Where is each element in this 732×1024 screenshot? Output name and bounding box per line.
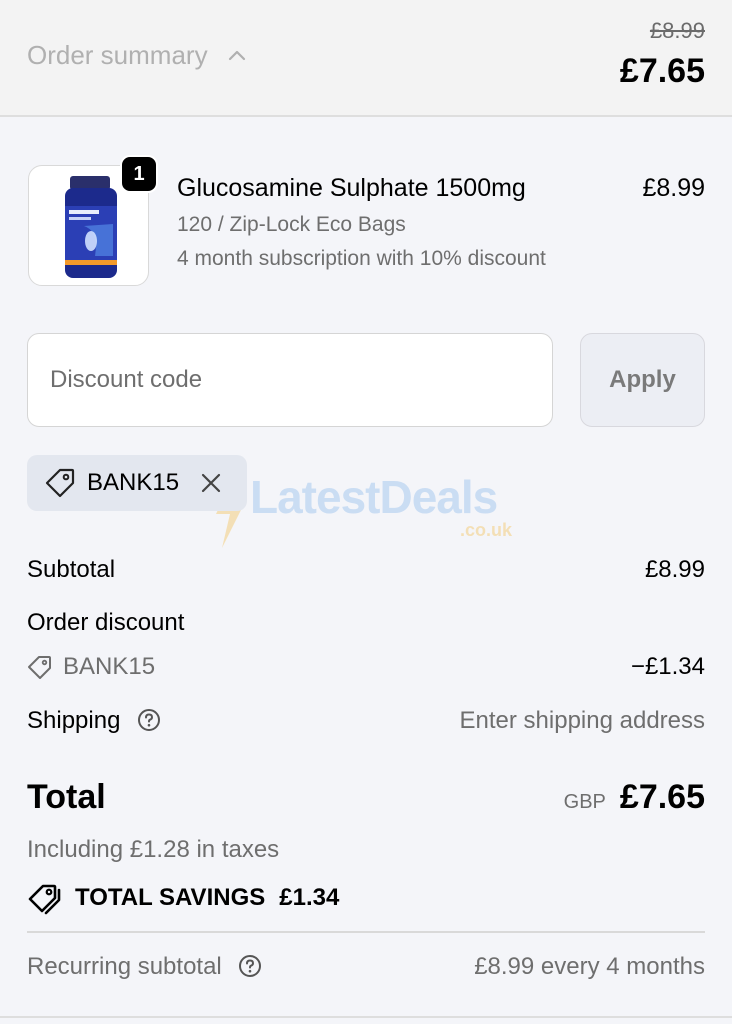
- apply-button[interactable]: Apply: [580, 333, 705, 427]
- shipping-value: Enter shipping address: [459, 707, 705, 734]
- watermark-text: LatestDeals: [250, 471, 498, 523]
- discount-code-name: BANK15: [63, 653, 156, 680]
- recurring-subtotal-row: Recurring subtotal: [27, 953, 262, 981]
- applied-discount-code: BANK15: [87, 469, 180, 496]
- help-circle-icon[interactable]: [238, 954, 262, 978]
- watermark-subtext: .co.uk: [460, 520, 513, 540]
- tag-icon: [28, 656, 51, 679]
- total-label: Total: [27, 778, 106, 816]
- original-price: £8.99: [649, 18, 705, 43]
- taxes-note: Including £1.28 in taxes: [27, 836, 280, 863]
- product-subscription: 4 month subscription with 10% discount: [177, 247, 546, 270]
- product-variant: 120 / Zip-Lock Eco Bags: [177, 213, 406, 236]
- bottom-divider: [0, 1016, 732, 1018]
- shipping-label: Shipping: [27, 707, 121, 734]
- subtotal-label: Subtotal: [27, 556, 116, 583]
- total-value: £7.65: [619, 778, 705, 816]
- order-summary-label: Order summary: [27, 40, 208, 70]
- latestdeals-watermark: LatestDeals .co.uk: [210, 470, 512, 550]
- order-summary-toggle[interactable]: Order summary: [27, 40, 248, 71]
- savings-label: TOTAL SAVINGS: [75, 884, 266, 911]
- header-total-price: £7.65: [619, 52, 705, 90]
- shipping-row: Shipping: [27, 707, 161, 735]
- total-savings: TOTAL SAVINGS £1.34: [27, 880, 339, 916]
- remove-discount-icon[interactable]: [199, 471, 223, 495]
- recurring-subtotal-label: Recurring subtotal: [27, 953, 222, 980]
- applied-discount-chip: BANK15: [27, 455, 247, 511]
- order-discount-label: Order discount: [27, 609, 185, 636]
- discount-code-row: BANK15: [27, 653, 155, 681]
- product-name: Glucosamine Sulphate 1500mg: [177, 174, 526, 202]
- discount-code-input[interactable]: [27, 333, 553, 427]
- help-circle-icon[interactable]: [137, 708, 161, 732]
- order-summary-header: Order summary £8.99 £7.65: [0, 0, 732, 117]
- discount-value: −£1.34: [630, 653, 705, 680]
- subtotal-value: £8.99: [644, 556, 705, 583]
- total-amount: GBP £7.65: [564, 778, 705, 817]
- divider: [27, 931, 705, 933]
- tag-icon: [45, 468, 75, 498]
- product-price: £8.99: [642, 174, 705, 202]
- recurring-subtotal-value: £8.99 every 4 months: [474, 953, 705, 980]
- chevron-up-icon: [228, 50, 245, 60]
- total-currency: GBP: [563, 791, 606, 813]
- savings-value: £1.34: [279, 884, 340, 911]
- quantity-badge: 1: [120, 155, 158, 193]
- tags-icon: [28, 884, 61, 915]
